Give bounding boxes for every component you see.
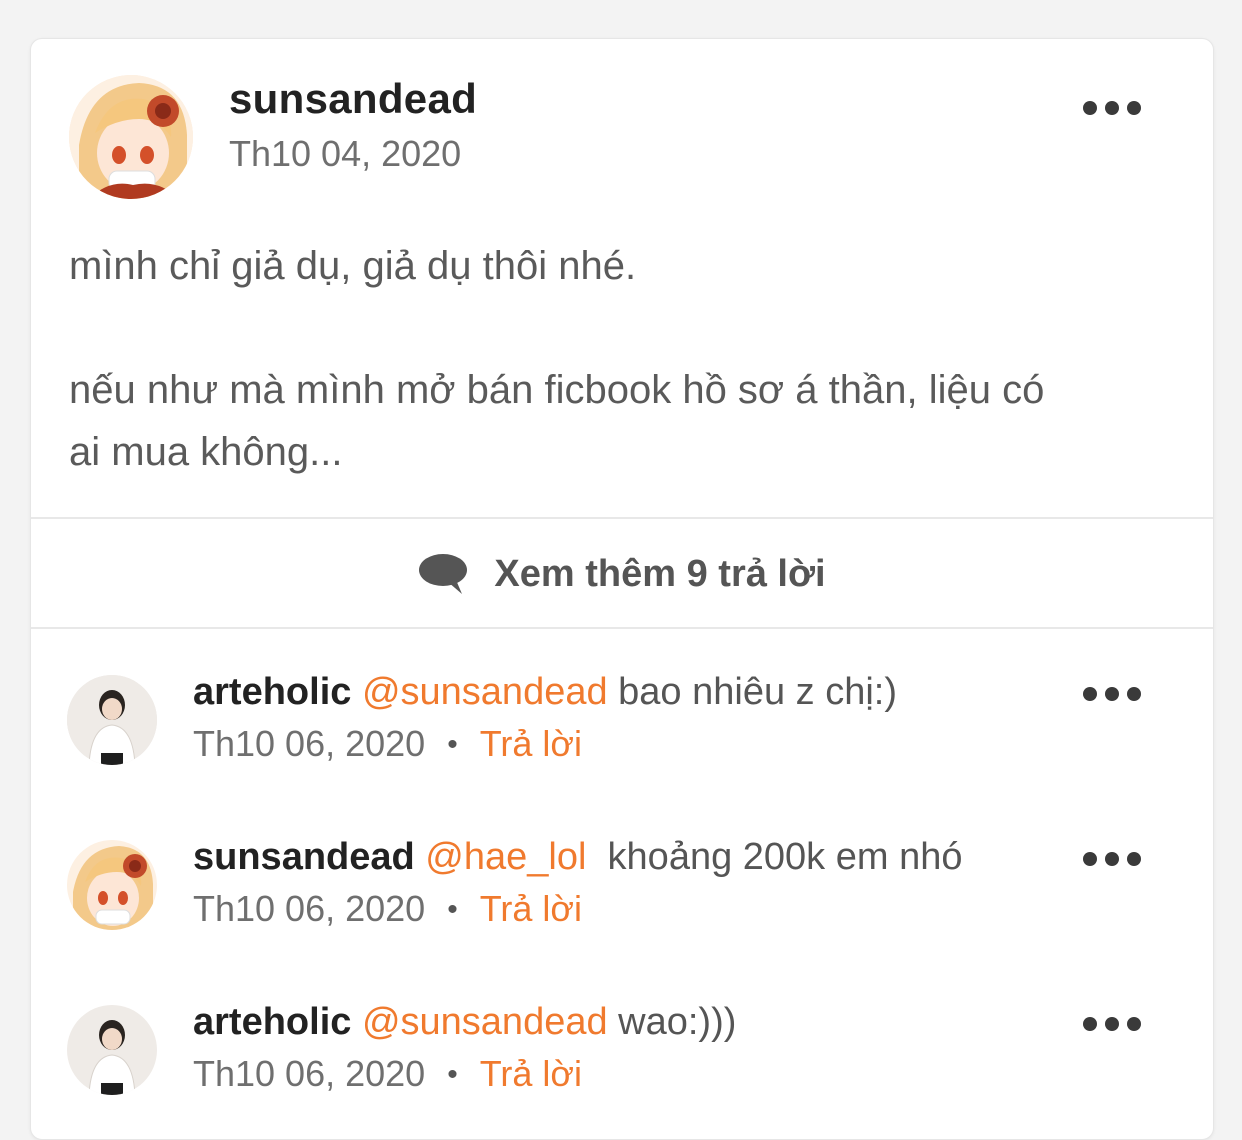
- reply-meta: Th10 06, 2020 • Trả lời: [193, 723, 582, 765]
- reply-item: arteholic @sunsandead wao:))) Th10 06, 2…: [31, 1001, 1213, 1131]
- avatar[interactable]: [69, 75, 193, 199]
- avatar-photo-image: [67, 1005, 157, 1095]
- comment-bubble-icon: [419, 554, 468, 594]
- reply-meta: Th10 06, 2020 • Trả lời: [193, 1053, 582, 1095]
- post-body-line: nếu như mà mình mở bán ficbook hồ sơ á t…: [69, 368, 1045, 412]
- comment-card: sunsandead Th10 04, 2020 mình chỉ giả dụ…: [30, 38, 1214, 1140]
- avatar-photo-image: [67, 675, 157, 765]
- post-header: sunsandead Th10 04, 2020: [31, 39, 1213, 219]
- divider: [31, 517, 1213, 519]
- more-horizontal-icon[interactable]: [1083, 97, 1145, 117]
- avatar[interactable]: [67, 1005, 157, 1095]
- divider: [31, 627, 1213, 629]
- avatar-anime-image: [69, 75, 193, 199]
- more-horizontal-icon[interactable]: [1083, 683, 1145, 703]
- reply-item: arteholic @sunsandead bao nhiêu z chị:) …: [31, 671, 1213, 801]
- reply-mention[interactable]: @sunsandead: [362, 1001, 608, 1043]
- avatar[interactable]: [67, 840, 157, 930]
- separator-dot: •: [447, 728, 458, 761]
- reply-link[interactable]: Trả lời: [480, 888, 582, 929]
- reply-text: arteholic @sunsandead wao:))): [193, 1001, 736, 1044]
- post-date: Th10 04, 2020: [229, 133, 462, 174]
- post-author[interactable]: sunsandead: [229, 75, 477, 123]
- reply-link[interactable]: Trả lời: [480, 723, 582, 764]
- reply-message: wao:))): [607, 1001, 737, 1043]
- reply-author[interactable]: arteholic: [193, 671, 351, 713]
- separator-dot: •: [447, 1058, 458, 1091]
- reply-message: bao nhiêu z chị:): [607, 671, 898, 713]
- reply-date: Th10 06, 2020: [193, 1053, 426, 1094]
- reply-item: sunsandead @hae_lol khoảng 200k em nhó T…: [31, 836, 1213, 966]
- reply-mention[interactable]: @hae_lol: [425, 836, 586, 878]
- avatar-anime-image: [67, 840, 157, 930]
- more-horizontal-icon[interactable]: [1083, 848, 1145, 868]
- reply-text: arteholic @sunsandead bao nhiêu z chị:): [193, 671, 897, 714]
- reply-link[interactable]: Trả lời: [480, 1053, 582, 1094]
- post-body-line: ai mua không...: [69, 430, 343, 474]
- avatar[interactable]: [67, 675, 157, 765]
- post-body-line: mình chỉ giả dụ, giả dụ thôi nhé.: [69, 244, 637, 288]
- view-more-replies-label: Xem thêm 9 trả lời: [494, 552, 826, 595]
- separator-dot: •: [447, 893, 458, 926]
- reply-author[interactable]: arteholic: [193, 1001, 351, 1043]
- reply-date: Th10 06, 2020: [193, 888, 426, 929]
- reply-meta: Th10 06, 2020 • Trả lời: [193, 888, 582, 930]
- reply-author[interactable]: sunsandead: [193, 836, 415, 878]
- post-body: mình chỉ giả dụ, giả dụ thôi nhé. nếu nh…: [69, 235, 1169, 483]
- reply-text: sunsandead @hae_lol khoảng 200k em nhó: [193, 836, 963, 879]
- reply-date: Th10 06, 2020: [193, 723, 426, 764]
- more-horizontal-icon[interactable]: [1083, 1013, 1145, 1033]
- reply-mention[interactable]: @sunsandead: [362, 671, 608, 713]
- reply-message: khoảng 200k em nhó: [586, 836, 963, 878]
- view-more-replies-button[interactable]: Xem thêm 9 trả lời: [31, 521, 1213, 627]
